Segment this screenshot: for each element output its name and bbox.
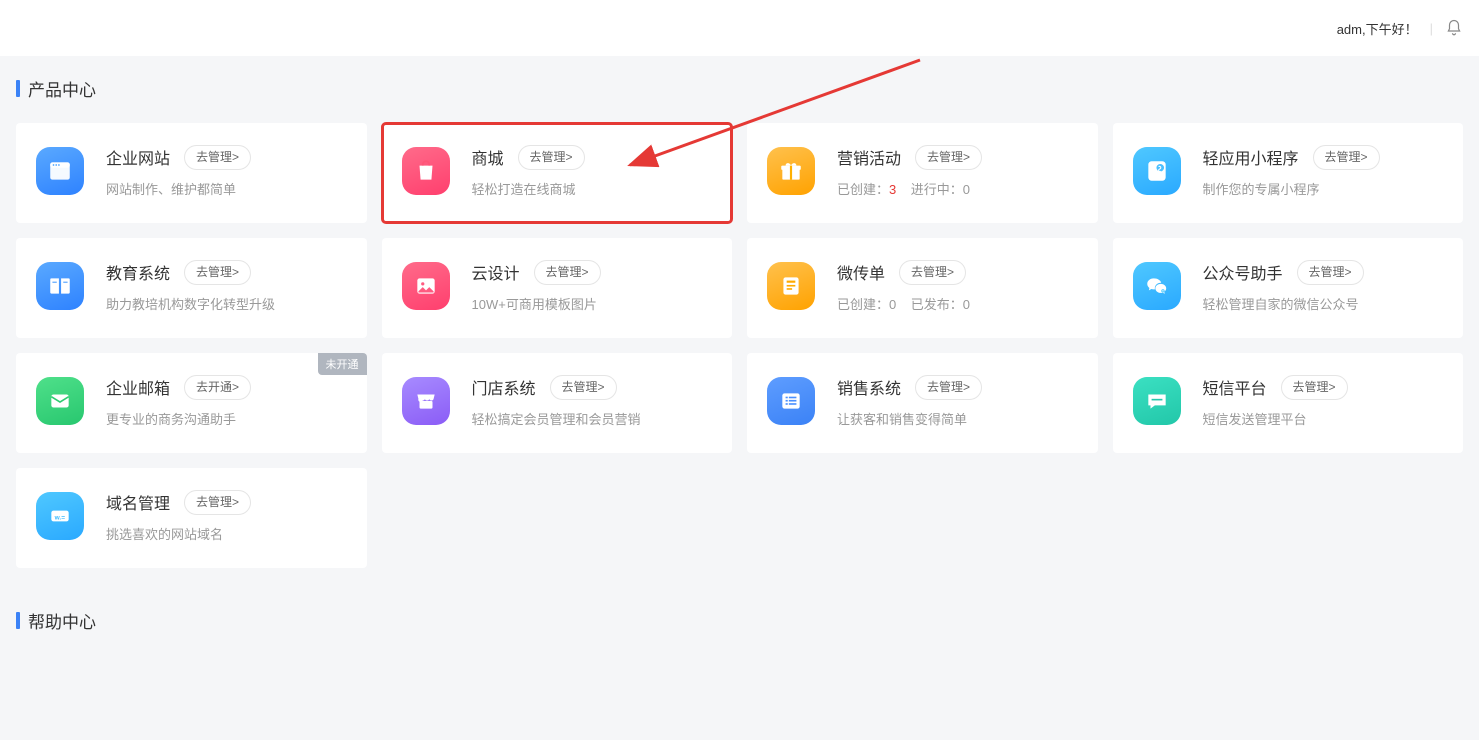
card-desc: 短信发送管理平台 (1203, 411, 1444, 429)
divider: | (1430, 21, 1433, 36)
card-desc: 制作您的专属小程序 (1203, 181, 1444, 199)
card-desc: 轻松管理自家的微信公众号 (1203, 296, 1444, 314)
manage-button[interactable]: 去管理> (915, 375, 982, 400)
card-flyer[interactable]: 微传单 去管理> 已创建：0 已发布：0 (747, 238, 1098, 338)
window-icon (36, 147, 84, 195)
greeting-text: adm,下午好！ (1337, 19, 1418, 38)
card-desc: 网站制作、维护都简单 (106, 181, 347, 199)
section-help-center: 帮助中心 (16, 608, 1463, 633)
card-title: 域名管理 (106, 490, 170, 514)
manage-button[interactable]: 去管理> (1297, 260, 1364, 285)
card-desc: 更专业的商务沟通助手 (106, 411, 347, 429)
card-desc: 已创建：0 已发布：0 (837, 296, 1078, 314)
card-title: 销售系统 (837, 375, 901, 399)
card-title: 商城 (472, 145, 504, 169)
wechat-icon (1133, 262, 1181, 310)
card-desc: 挑选喜欢的网站域名 (106, 526, 347, 544)
section-title-text: 产品中心 (28, 76, 96, 101)
card-desc: 10W+可商用模板图片 (472, 296, 713, 314)
card-title: 微传单 (837, 260, 885, 284)
manage-button[interactable]: 去管理> (518, 145, 585, 170)
gift-icon (767, 147, 815, 195)
card-mp[interactable]: 公众号助手 去管理> 轻松管理自家的微信公众号 (1113, 238, 1464, 338)
mail-icon (36, 377, 84, 425)
domain-icon: w.= (36, 492, 84, 540)
manage-button[interactable]: 去管理> (184, 260, 251, 285)
card-store[interactable]: 门店系统 去管理> 轻松搞定会员管理和会员营销 (382, 353, 733, 453)
card-desc: 让获客和销售变得简单 (837, 411, 1078, 429)
card-miniapp[interactable]: 轻应用小程序 去管理> 制作您的专属小程序 (1113, 123, 1464, 223)
card-sales[interactable]: 销售系统 去管理> 让获客和销售变得简单 (747, 353, 1098, 453)
card-title: 公众号助手 (1203, 260, 1283, 284)
manage-button[interactable]: 去管理> (184, 490, 251, 515)
svg-text:w.=: w.= (54, 514, 66, 521)
manage-button[interactable]: 去管理> (1281, 375, 1348, 400)
store-icon (402, 377, 450, 425)
card-edu[interactable]: 教育系统 去管理> 助力教培机构数字化转型升级 (16, 238, 367, 338)
card-desc: 已创建：3 进行中：0 (837, 181, 1078, 199)
card-desc: 轻松搞定会员管理和会员营销 (472, 411, 713, 429)
title-accent-bar (16, 80, 20, 97)
section-title-text: 帮助中心 (28, 608, 96, 633)
top-bar: adm,下午好！ | (0, 0, 1479, 56)
open-button[interactable]: 去开通> (184, 375, 251, 400)
card-title: 教育系统 (106, 260, 170, 284)
card-mall[interactable]: 商城 去管理> 轻松打造在线商城 (382, 123, 733, 223)
chat-icon (1133, 377, 1181, 425)
card-title: 门店系统 (472, 375, 536, 399)
main-content: 产品中心 企业网站 去管理> 网站制作、维护都简单 商城 (0, 56, 1479, 633)
list-icon (767, 377, 815, 425)
card-site[interactable]: 企业网站 去管理> 网站制作、维护都简单 (16, 123, 367, 223)
card-mail[interactable]: 未开通 企业邮箱 去开通> 更专业的商务沟通助手 (16, 353, 367, 453)
manage-button[interactable]: 去管理> (550, 375, 617, 400)
title-accent-bar (16, 612, 20, 629)
card-title: 轻应用小程序 (1203, 145, 1299, 169)
shopping-bag-icon (402, 147, 450, 195)
card-title: 云设计 (472, 260, 520, 284)
manage-button[interactable]: 去管理> (1313, 145, 1380, 170)
card-design[interactable]: 云设计 去管理> 10W+可商用模板图片 (382, 238, 733, 338)
manage-button[interactable]: 去管理> (534, 260, 601, 285)
flyer-icon (767, 262, 815, 310)
card-title: 短信平台 (1203, 375, 1267, 399)
section-product-center: 产品中心 (16, 76, 1463, 101)
manage-button[interactable]: 去管理> (184, 145, 251, 170)
miniapp-icon (1133, 147, 1181, 195)
card-title: 营销活动 (837, 145, 901, 169)
card-title: 企业网站 (106, 145, 170, 169)
card-desc: 轻松打造在线商城 (472, 181, 713, 199)
book-icon (36, 262, 84, 310)
notification-bell-icon[interactable] (1445, 19, 1463, 37)
not-open-badge: 未开通 (318, 353, 367, 375)
card-marketing[interactable]: 营销活动 去管理> 已创建：3 进行中：0 (747, 123, 1098, 223)
card-sms[interactable]: 短信平台 去管理> 短信发送管理平台 (1113, 353, 1464, 453)
card-domain[interactable]: w.= 域名管理 去管理> 挑选喜欢的网站域名 (16, 468, 367, 568)
manage-button[interactable]: 去管理> (915, 145, 982, 170)
product-grid: 企业网站 去管理> 网站制作、维护都简单 商城 去管理> 轻松打造在线商城 (16, 123, 1463, 568)
manage-button[interactable]: 去管理> (899, 260, 966, 285)
image-icon (402, 262, 450, 310)
card-title: 企业邮箱 (106, 375, 170, 399)
card-desc: 助力教培机构数字化转型升级 (106, 296, 347, 314)
